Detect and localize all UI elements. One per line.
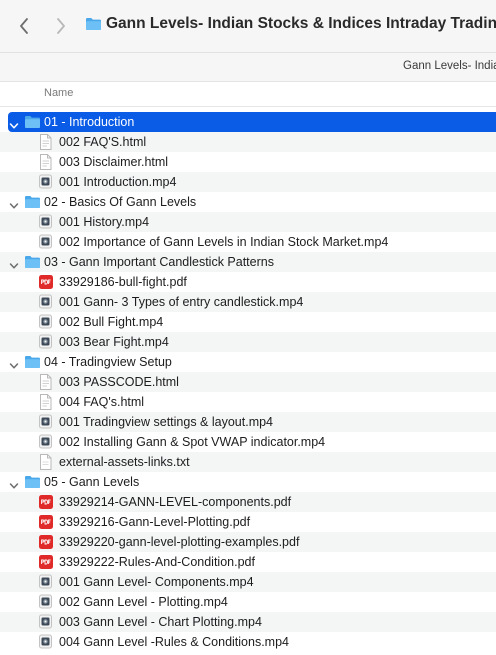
- disclosure-chevron-icon[interactable]: [9, 117, 19, 129]
- file-name: 003 Disclaimer.html: [59, 155, 169, 169]
- file-name: 002 Bull Fight.mp4: [59, 315, 164, 329]
- forward-button[interactable]: [51, 13, 71, 39]
- file-row-33929214-gann-level-components-pdf[interactable]: 33929214-GANN-LEVEL-components.pdf: [0, 492, 496, 512]
- file-name: 002 Installing Gann & Spot VWAP indicato…: [59, 435, 326, 449]
- file-name: 001 History.mp4: [59, 215, 150, 229]
- file-name: 001 Gann- 3 Types of entry candlestick.m…: [59, 295, 304, 309]
- file-row-33929222-rules-and-condition-pdf[interactable]: 33929222-Rules-And-Condition.pdf: [0, 552, 496, 572]
- file-row-001-tradingview-settings-layout-mp4[interactable]: 001 Tradingview settings & layout.mp4: [0, 412, 496, 432]
- file-row-002-bull-fight-mp4[interactable]: 002 Bull Fight.mp4: [0, 312, 496, 332]
- window-title: Gann Levels- Indian Stocks & Indices Int…: [106, 15, 496, 32]
- file-row-003-gann-level-chart-plotting-mp4[interactable]: 003 Gann Level - Chart Plotting.mp4: [0, 612, 496, 632]
- folder-row-04-tradingview-setup[interactable]: 04 - Tradingview Setup: [0, 352, 496, 372]
- disclosure-chevron-icon[interactable]: [9, 197, 19, 209]
- file-row-003-disclaimer-html[interactable]: 003 Disclaimer.html: [0, 152, 496, 172]
- file-name: 001 Gann Level- Components.mp4: [59, 575, 254, 589]
- folder-name: 01 - Introduction: [44, 115, 135, 129]
- file-name: 33929222-Rules-And-Condition.pdf: [59, 555, 255, 569]
- column-header: Name: [0, 82, 496, 107]
- folder-row-03-gann-important-candlestick-patterns[interactable]: 03 - Gann Important Candlestick Patterns: [0, 252, 496, 272]
- folder-row-02-basics-of-gann-levels[interactable]: 02 - Basics Of Gann Levels: [0, 192, 496, 212]
- name-column-header[interactable]: Name: [44, 87, 73, 99]
- file-row-003-bear-fight-mp4[interactable]: 003 Bear Fight.mp4: [0, 332, 496, 352]
- chevron-right-icon: [57, 18, 65, 34]
- disclosure-chevron-icon[interactable]: [9, 257, 19, 269]
- file-row-001-gann-level-components-mp4[interactable]: 001 Gann Level- Components.mp4: [0, 572, 496, 592]
- file-name: 001 Tradingview settings & layout.mp4: [59, 415, 274, 429]
- path-bar: Gann Levels- India: [0, 53, 496, 82]
- folder-name: 04 - Tradingview Setup: [44, 355, 172, 369]
- file-name: 33929216-Gann-Level-Plotting.pdf: [59, 515, 251, 529]
- folder-name: 03 - Gann Important Candlestick Patterns: [44, 255, 274, 269]
- chevron-left-icon: [20, 18, 28, 34]
- video-file-icon: [39, 634, 52, 655]
- file-row-002-faq-s-html[interactable]: 002 FAQ'S.html: [0, 132, 496, 152]
- file-row-001-introduction-mp4[interactable]: 001 Introduction.mp4: [0, 172, 496, 192]
- file-name: 33929214-GANN-LEVEL-components.pdf: [59, 495, 292, 509]
- file-name: 33929220-gann-level-plotting-examples.pd…: [59, 535, 300, 549]
- file-row-003-passcode-html[interactable]: 003 PASSCODE.html: [0, 372, 496, 392]
- file-list: 01 - Introduction 002 FAQ'S.html 003 Discl…: [0, 112, 496, 652]
- file-name: 004 Gann Level -Rules & Conditions.mp4: [59, 635, 289, 649]
- file-name: 003 Bear Fight.mp4: [59, 335, 169, 349]
- back-button[interactable]: [14, 13, 34, 39]
- file-row-001-gann-3-types-of-entry-candlestick-mp[interactable]: 001 Gann- 3 Types of entry candlestick.m…: [0, 292, 496, 312]
- file-row-002-installing-gann-spot-vwap-indicator-[interactable]: 002 Installing Gann & Spot VWAP indicato…: [0, 432, 496, 452]
- folder-name: 05 - Gann Levels: [44, 475, 140, 489]
- path-label[interactable]: Gann Levels- India: [403, 60, 496, 72]
- folder-row-01-introduction[interactable]: 01 - Introduction: [8, 112, 496, 132]
- file-row-002-gann-level-plotting-mp4[interactable]: 002 Gann Level - Plotting.mp4: [0, 592, 496, 612]
- folder-name: 02 - Basics Of Gann Levels: [44, 195, 197, 209]
- file-row-001-history-mp4[interactable]: 001 History.mp4: [0, 212, 496, 232]
- file-name: 003 PASSCODE.html: [59, 375, 179, 389]
- disclosure-chevron-icon[interactable]: [9, 477, 19, 489]
- file-name: 002 Gann Level - Plotting.mp4: [59, 595, 228, 609]
- file-name: 003 Gann Level - Chart Plotting.mp4: [59, 615, 262, 629]
- file-row-33929216-gann-level-plotting-pdf[interactable]: 33929216-Gann-Level-Plotting.pdf: [0, 512, 496, 532]
- file-row-33929186-bull-fight-pdf[interactable]: 33929186-bull-fight.pdf: [0, 272, 496, 292]
- file-row-004-faq-s-html[interactable]: 004 FAQ's.html: [0, 392, 496, 412]
- file-name: 33929186-bull-fight.pdf: [59, 275, 187, 289]
- disclosure-chevron-icon[interactable]: [9, 357, 19, 369]
- file-name: external-assets-links.txt: [59, 455, 190, 469]
- folder-icon: [86, 18, 101, 30]
- finder-toolbar: Gann Levels- Indian Stocks & Indices Int…: [0, 0, 496, 53]
- file-name: 002 Importance of Gann Levels in Indian …: [59, 235, 389, 249]
- file-name: 001 Introduction.mp4: [59, 175, 177, 189]
- file-row-external-assets-links-txt[interactable]: external-assets-links.txt: [0, 452, 496, 472]
- file-row-002-importance-of-gann-levels-in-indian-[interactable]: 002 Importance of Gann Levels in Indian …: [0, 232, 496, 252]
- folder-row-05-gann-levels[interactable]: 05 - Gann Levels: [0, 472, 496, 492]
- file-name: 004 FAQ's.html: [59, 395, 145, 409]
- file-row-004-gann-level-rules-conditions-mp4[interactable]: 004 Gann Level -Rules & Conditions.mp4: [0, 632, 496, 652]
- file-name: 002 FAQ'S.html: [59, 135, 147, 149]
- file-row-33929220-gann-level-plotting-examples-pd[interactable]: 33929220-gann-level-plotting-examples.pd…: [0, 532, 496, 552]
